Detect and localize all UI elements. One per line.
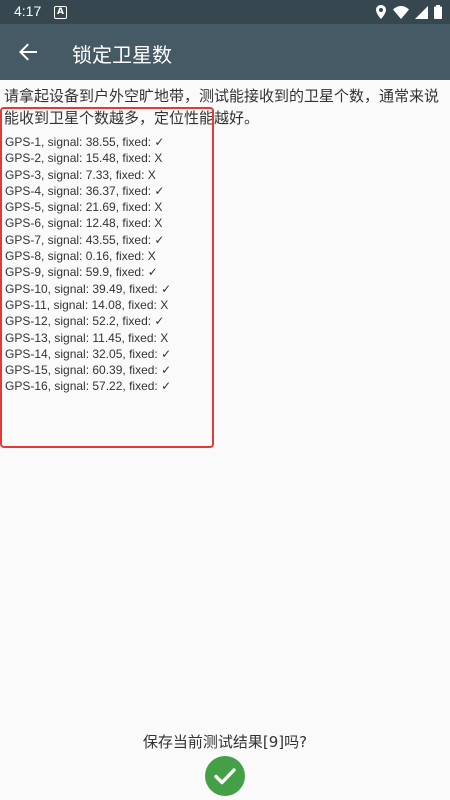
battery-icon <box>434 5 442 19</box>
status-bar: 4:17 A <box>0 0 450 24</box>
satellite-item: GPS-14, signal: 32.05, fixed: ✓ <box>5 346 172 361</box>
checkmark-icon <box>214 768 236 785</box>
satellite-item: GPS-12, signal: 52.2, fixed: ✓ <box>5 314 165 329</box>
satellite-item: GPS-4, signal: 36.37, fixed: ✓ <box>5 183 165 198</box>
satellite-item: GPS-16, signal: 57.22, fixed: ✓ <box>5 379 172 394</box>
wifi-icon <box>393 5 409 19</box>
back-button[interactable] <box>8 32 48 72</box>
satellite-item: GPS-8, signal: 0.16, fixed: X <box>5 249 156 264</box>
satellite-item: GPS-10, signal: 39.49, fixed: ✓ <box>5 281 172 296</box>
satellite-item: GPS-9, signal: 59.9, fixed: ✓ <box>5 265 158 280</box>
notification-a-icon: A <box>54 6 67 19</box>
satellite-item: GPS-5, signal: 21.69, fixed: X <box>5 200 163 215</box>
satellite-item: GPS-15, signal: 60.39, fixed: ✓ <box>5 363 172 378</box>
status-time: 4:17 <box>14 3 42 19</box>
satellite-item: GPS-13, signal: 11.45, fixed: X <box>5 330 169 345</box>
satellite-item: GPS-2, signal: 15.48, fixed: X <box>5 151 163 166</box>
satellite-item: GPS-7, signal: 43.55, fixed: ✓ <box>5 232 165 247</box>
signal-icon <box>415 5 428 19</box>
status-icons <box>375 3 442 21</box>
page-title: 锁定卫星数 <box>72 43 172 67</box>
satellite-item: GPS-6, signal: 12.48, fixed: X <box>5 216 163 231</box>
confirm-save-button[interactable] <box>205 756 245 796</box>
satellite-list: GPS-1, signal: 38.55, fixed: ✓ GPS-2, si… <box>5 134 305 395</box>
app-bar: 锁定卫星数 <box>0 24 450 80</box>
satellite-item: GPS-11, signal: 14.08, fixed: X <box>5 297 169 312</box>
satellite-item: GPS-3, signal: 7.33, fixed: X <box>5 167 156 182</box>
location-icon <box>376 5 386 19</box>
satellite-item: GPS-1, signal: 38.55, fixed: ✓ <box>5 135 165 149</box>
arrow-back-icon <box>19 43 37 61</box>
save-prompt: 保存当前测试结果[9]吗? <box>142 733 308 751</box>
